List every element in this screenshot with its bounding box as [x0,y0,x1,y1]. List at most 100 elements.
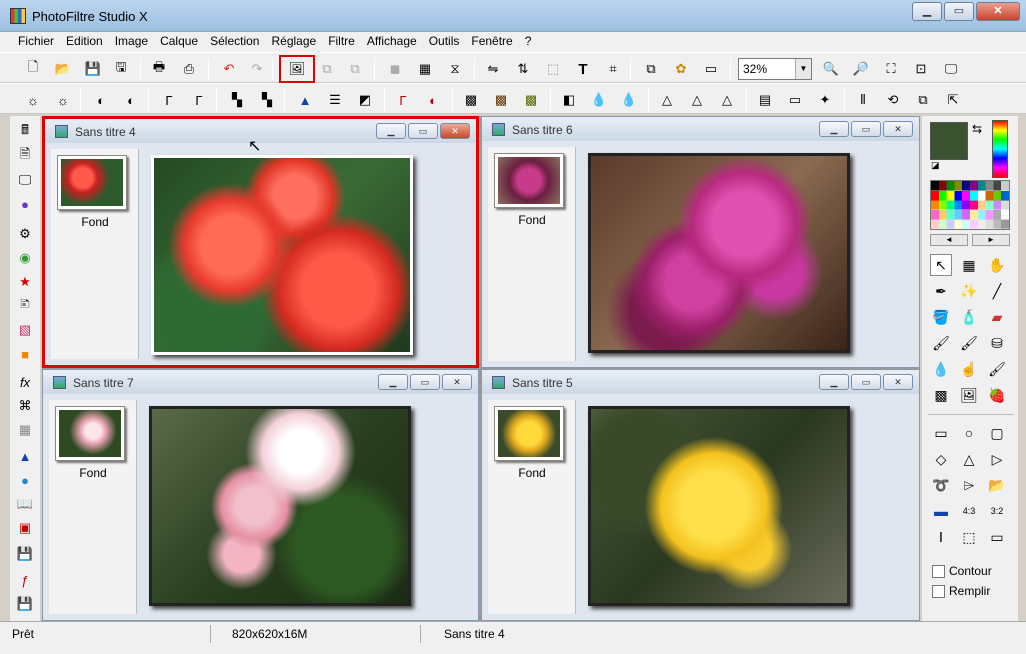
save-icon[interactable]: 💾 [82,58,104,80]
layer-thumbnail[interactable] [57,155,127,210]
eyedropper-icon[interactable]: ✒ [930,280,952,302]
doc-minimize-button[interactable]: ▁ [819,121,849,137]
text-icon[interactable]: T [572,58,594,80]
globe-icon[interactable]: ◉ [15,248,35,268]
blur-icon[interactable]: ◧ [558,89,580,111]
menu-reglage[interactable]: Réglage [265,32,322,52]
layers-icon[interactable]: ⧉ [640,58,662,80]
doc-close-button[interactable]: ✕ [883,121,913,137]
doc-close-button[interactable]: ✕ [883,374,913,390]
function-icon[interactable]: fx [15,372,35,392]
selection-bar-icon[interactable]: ▬ [930,500,952,522]
emboss-icon[interactable]: △ [686,89,708,111]
menu-fenetre[interactable]: Fenêtre [465,32,518,52]
deform-icon[interactable]: ▩ [930,384,952,406]
doc-minimize-button[interactable]: ▁ [376,123,406,139]
document-titlebar[interactable]: Sans titre 7 ▁ ▭ ✕ [43,370,478,394]
polygon-lasso-icon[interactable]: ⌲ [958,474,980,496]
stamp-icon[interactable]: ⛁ [986,332,1008,354]
chevron-down-icon[interactable]: ▼ [795,59,811,79]
clover-icon[interactable]: ⌘ [15,396,35,416]
save-html-icon[interactable]: 💾 [15,594,35,614]
line-tool-icon[interactable]: ╱ [986,280,1008,302]
triangle-right-shape-icon[interactable]: ▷ [986,448,1008,470]
window-selection-icon[interactable]: ▭ [986,526,1008,548]
photo-canvas[interactable] [588,153,850,353]
export-icon[interactable]: ⇱ [942,89,964,111]
smudge-icon[interactable]: ☝ [958,358,980,380]
pattern-3-icon[interactable]: ▩ [520,89,542,111]
sharpen-icon[interactable]: 💧 [618,89,640,111]
auto-contrast-icon[interactable]: ◐ [422,89,444,111]
saturation-plus-icon[interactable]: ▚ [256,89,278,111]
split-icon[interactable]: ⫴ [852,89,874,111]
edge-icon[interactable]: △ [716,89,738,111]
doc-minimize-button[interactable]: ▁ [378,374,408,390]
menu-image[interactable]: Image [109,32,154,52]
hand-tool-icon[interactable]: ✋ [986,254,1008,276]
monitor-icon[interactable]: 🖵 [15,170,35,190]
fullscreen-icon[interactable]: 🖵 [940,58,962,80]
rotate-icon[interactable]: ⟲ [882,89,904,111]
palette-icon[interactable]: ▦ [414,58,436,80]
histogram-icon[interactable]: ▲ [294,89,316,111]
open-folder-icon[interactable]: 📂 [52,58,74,80]
triangle-shape-icon[interactable]: △ [958,448,980,470]
document-window-3[interactable]: Sans titre 7 ▁ ▭ ✕ Fond [42,369,479,621]
doc-maximize-button[interactable]: ▭ [851,121,881,137]
filter-icon[interactable]: ⧖ [444,58,466,80]
crop-selection-icon[interactable]: ⬚ [958,526,980,548]
pointer-tool-icon[interactable]: ↖ [930,254,952,276]
grid-icon[interactable]: ▦ [15,420,35,440]
photo-canvas[interactable] [588,406,850,606]
spray-icon[interactable]: 🧴 [958,306,980,328]
selection-icon[interactable]: ⬚ [542,58,564,80]
magic-wand-window-icon[interactable]: ▦ [958,254,980,276]
calculator-icon[interactable]: 🖩 [15,122,35,142]
note-icon[interactable]: 🗈 [15,296,35,316]
strawberry-icon[interactable]: 🍓 [986,384,1008,406]
gamma-minus-icon[interactable]: Γ [158,89,180,111]
robot-icon[interactable]: ⚙ [15,224,35,244]
copy-image-icon[interactable]: ⧉ [316,58,338,80]
paste-image-icon[interactable]: ⧉ [344,58,366,80]
sphere-icon[interactable]: ● [15,194,35,214]
orange-swatch-icon[interactable]: ■ [15,344,35,364]
brightness-plus-icon[interactable]: ☼ [52,89,74,111]
remplir-checkbox[interactable]: Remplir [932,584,990,598]
document-window-2[interactable]: Sans titre 6 ▁ ▭ ✕ Fond [481,116,920,368]
swap-colors-icon[interactable]: ⇆ [972,122,982,136]
save-as-icon[interactable]: 🖫 [110,58,132,80]
eraser-icon[interactable]: ▰ [986,306,1008,328]
doc-minimize-button[interactable]: ▁ [819,374,849,390]
palette-prev-icon[interactable]: ◄ [930,234,968,246]
lasso-icon[interactable]: ➰ [930,474,952,496]
save-2000-icon[interactable]: 💾 [15,544,35,564]
drop-icon[interactable]: 💧 [588,89,610,111]
print-icon[interactable]: 🖶 [148,58,170,80]
color-spectrum[interactable] [992,120,1008,178]
invert-icon[interactable]: ◩ [354,89,376,111]
doc-maximize-button[interactable]: ▭ [410,374,440,390]
photo-canvas[interactable] [149,406,411,606]
saturation-minus-icon[interactable]: ▚ [226,89,248,111]
doc-close-button[interactable]: ✕ [440,123,470,139]
brush-icon[interactable]: 🖌 [930,332,952,354]
diamond-shape-icon[interactable]: ◇ [930,448,952,470]
layer-thumbnail[interactable] [494,153,564,208]
levels-icon[interactable]: ☰ [324,89,346,111]
undo-icon[interactable]: ↶ [218,58,240,80]
brightness-minus-icon[interactable]: ☼ [22,89,44,111]
zoom-in-icon[interactable]: 🔍 [820,58,842,80]
document-titlebar[interactable]: Sans titre 5 ▁ ▭ ✕ [482,370,919,394]
fit-window-icon[interactable]: ⛶ [880,58,902,80]
book-icon[interactable]: 📖 [15,494,35,514]
clone-portrait-icon[interactable]: 🖼 [958,384,980,406]
plugin-icon[interactable]: ✿ [670,58,692,80]
doc-maximize-button[interactable]: ▭ [851,374,881,390]
window-icon[interactable]: ▭ [700,58,722,80]
contour-checkbox[interactable]: Contour [932,564,992,578]
drop-tool-icon[interactable]: ● [15,470,35,490]
blur-drop-icon[interactable]: 💧 [930,358,952,380]
star-icon[interactable]: ★ [15,272,35,292]
